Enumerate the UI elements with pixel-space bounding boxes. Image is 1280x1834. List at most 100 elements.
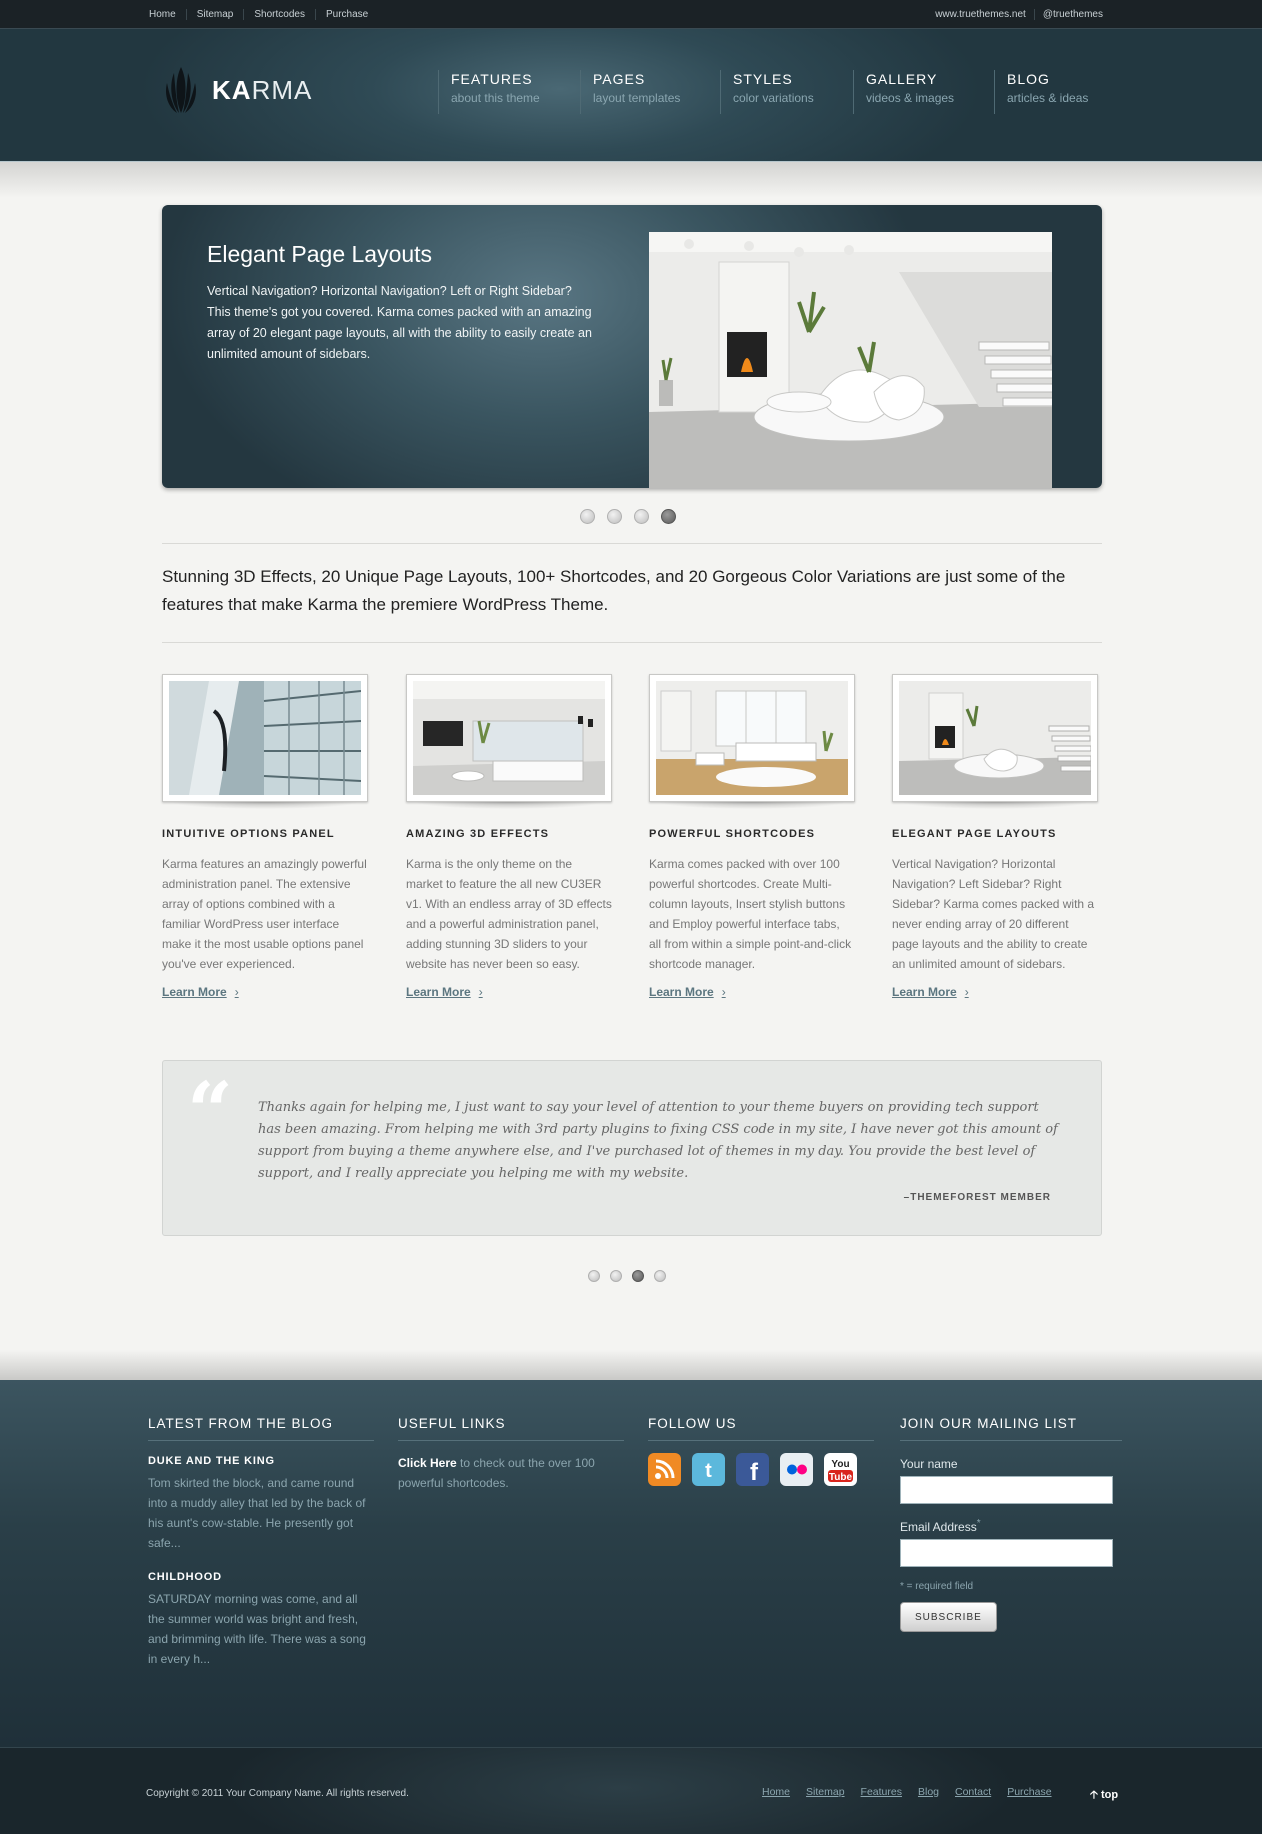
slide-title: Elegant Page Layouts: [207, 241, 433, 267]
lounge-image: [656, 681, 848, 795]
feature-title: ELEGANT PAGE LAYOUTS: [892, 828, 1057, 840]
footer-follow-column: FOLLOW US t f You Tube: [648, 1416, 874, 1486]
email-input[interactable]: [900, 1539, 1113, 1567]
testimonial-dot-2[interactable]: [610, 1270, 622, 1282]
feature-thumbnail[interactable]: [162, 674, 368, 802]
nav-title: PAGES: [593, 71, 646, 87]
footer-link-blog[interactable]: Blog: [918, 1786, 939, 1798]
logo-leaf-icon: [166, 67, 196, 113]
top-link-shortcodes[interactable]: Shortcodes: [243, 9, 315, 20]
logo-text: KARMA: [212, 75, 312, 106]
footer-link-features[interactable]: Features: [861, 1786, 902, 1798]
copyright-text: Copyright © 2011 Your Company Name. All …: [146, 1788, 409, 1799]
svg-text:You: You: [831, 1459, 849, 1470]
hero-slider[interactable]: Elegant Page Layouts Vertical Navigation…: [162, 205, 1102, 488]
intro-text: Stunning 3D Effects, 20 Unique Page Layo…: [162, 567, 1066, 614]
slider-dot-2[interactable]: [607, 509, 622, 524]
slider-pagination: [580, 509, 688, 524]
footer-heading: LATEST FROM THE BLOG: [148, 1416, 374, 1441]
testimonial-dot-3-active[interactable]: [632, 1270, 644, 1282]
nav-title: STYLES: [733, 71, 793, 87]
subscribe-button[interactable]: SUBSCRIBE: [900, 1602, 997, 1632]
footer-links-column: USEFUL LINKS Click Here to check out the…: [398, 1416, 624, 1493]
footer-heading: USEFUL LINKS: [398, 1416, 624, 1441]
youtube-icon[interactable]: You Tube: [824, 1453, 857, 1486]
click-here-link[interactable]: Click Here: [398, 1456, 457, 1470]
header-shadow: [0, 162, 1262, 198]
feature-thumbnail[interactable]: [892, 674, 1098, 802]
blog-post-title[interactable]: DUKE AND THE KING: [148, 1455, 374, 1467]
testimonial-dot-4[interactable]: [654, 1270, 666, 1282]
footer-link-sitemap[interactable]: Sitemap: [806, 1786, 845, 1798]
nav-subtitle: layout templates: [593, 91, 681, 105]
nav-subtitle: videos & images: [866, 91, 955, 105]
footer-link-home[interactable]: Home: [762, 1786, 790, 1798]
site-footer: LATEST FROM THE BLOG DUKE AND THE KING T…: [0, 1380, 1262, 1747]
learn-more-label: Learn More: [406, 985, 471, 999]
svg-text:t: t: [705, 1460, 712, 1482]
feature-shortcodes: POWERFUL SHORTCODES Karma comes packed w…: [649, 674, 855, 1001]
flickr-icon[interactable]: [780, 1453, 813, 1486]
learn-more-link[interactable]: Learn More ›: [649, 985, 726, 999]
logo[interactable]: KARMA: [162, 65, 312, 115]
feature-text: Karma comes packed with over 100 powerfu…: [649, 857, 852, 971]
learn-more-link[interactable]: Learn More ›: [162, 985, 239, 999]
thumbnail-shadow: [900, 802, 1090, 816]
slider-dot-4-active[interactable]: [661, 509, 676, 524]
useful-links-text: Click Here to check out the over 100 pow…: [398, 1453, 624, 1493]
page: Home Sitemap Shortcodes Purchase www.tru…: [0, 0, 1262, 1834]
svg-text:f: f: [750, 1459, 759, 1486]
nav-item-features[interactable]: FEATURES about this theme: [438, 70, 580, 114]
footer-link-purchase[interactable]: Purchase: [1007, 1786, 1051, 1798]
nav-item-pages[interactable]: PAGES layout templates: [580, 70, 720, 114]
name-input[interactable]: [900, 1476, 1113, 1504]
footer-nav: Home Sitemap Features Blog Contact Purch…: [762, 1786, 1068, 1798]
footer-shadow: [0, 1350, 1262, 1380]
top-link-purchase[interactable]: Purchase: [314, 9, 378, 20]
twitter-handle-link[interactable]: @truethemes: [1033, 9, 1111, 20]
learn-more-link[interactable]: Learn More ›: [406, 985, 483, 999]
rss-icon[interactable]: [648, 1453, 681, 1486]
feature-thumbnail[interactable]: [649, 674, 855, 802]
blog-post-excerpt: SATURDAY morning was come, and all the s…: [148, 1592, 366, 1666]
name-label: Your name: [900, 1457, 958, 1471]
email-label: Email Address*: [900, 1518, 1122, 1534]
slide-text: Vertical Navigation? Horizontal Navigati…: [207, 284, 592, 361]
facebook-icon[interactable]: f: [736, 1453, 769, 1486]
learn-more-link[interactable]: Learn More ›: [892, 985, 969, 999]
nav-title: GALLERY: [866, 71, 938, 87]
slider-dot-1[interactable]: [580, 509, 595, 524]
blog-post-title[interactable]: CHILDHOOD: [148, 1571, 374, 1583]
back-to-top-button[interactable]: 🡡 top: [1090, 1786, 1118, 1805]
chevron-right-icon: ›: [721, 985, 726, 999]
feature-text: Karma is the only theme on the market to…: [406, 857, 612, 971]
main-nav: FEATURES about this theme PAGES layout t…: [438, 70, 1114, 114]
learn-more-label: Learn More: [892, 985, 957, 999]
quote-icon: “: [187, 1064, 234, 1158]
svg-text:Tube: Tube: [829, 1472, 853, 1483]
top-link-sitemap[interactable]: Sitemap: [185, 9, 244, 20]
feature-thumbnail[interactable]: [406, 674, 612, 802]
testimonial-box: “ Thanks again for helping me, I just wa…: [162, 1060, 1102, 1236]
footer-link-contact[interactable]: Contact: [955, 1786, 991, 1798]
thumbnail-shadow: [170, 802, 360, 816]
blog-post-excerpt: Tom skirted the block, and came round in…: [148, 1476, 366, 1550]
divider: [162, 543, 1102, 544]
logo-light: RMA: [251, 74, 313, 105]
nav-item-gallery[interactable]: GALLERY videos & images: [853, 70, 994, 114]
nav-item-blog[interactable]: BLOG articles & ideas: [994, 70, 1114, 114]
chevron-right-icon: ›: [234, 985, 239, 999]
nav-item-styles[interactable]: STYLES color variations: [720, 70, 853, 114]
slider-dot-3[interactable]: [634, 509, 649, 524]
site-url-link[interactable]: www.truethemes.net: [927, 9, 1034, 20]
testimonial-dot-1[interactable]: [588, 1270, 600, 1282]
social-icons: t f You Tube: [648, 1453, 874, 1486]
footer-mailing-column: JOIN OUR MAILING LIST Your name Email Ad…: [900, 1416, 1122, 1632]
twitter-icon[interactable]: t: [692, 1453, 725, 1486]
nav-title: BLOG: [1007, 71, 1050, 87]
testimonial-pagination: [588, 1270, 676, 1282]
thumbnail-shadow: [657, 802, 847, 816]
top-link-home[interactable]: Home: [149, 9, 186, 20]
nav-subtitle: about this theme: [451, 91, 540, 105]
testimonial-author: –THEMEFOREST MEMBER: [903, 1192, 1051, 1203]
